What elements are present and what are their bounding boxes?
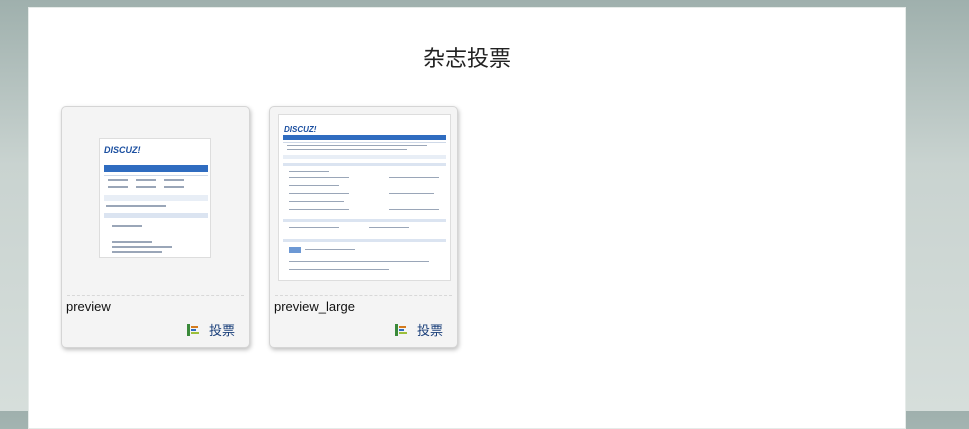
theme-card-preview[interactable]: DISCUZ! preview 投票 — [61, 106, 250, 348]
vote-button[interactable]: 投票 — [186, 320, 235, 339]
thumbnail-image: DISCUZ! — [278, 114, 451, 281]
thumbnail-preview-large[interactable]: DISCUZ! — [270, 107, 457, 287]
thumbnail-logo: DISCUZ! — [104, 145, 141, 155]
page-title: 杂志投票 — [422, 47, 511, 72]
thumbnail-preview[interactable]: DISCUZ! — [62, 107, 249, 287]
theme-name: preview — [66, 299, 111, 314]
bar-chart-icon — [186, 323, 200, 337]
theme-name: preview_large — [274, 299, 355, 314]
thumbnail-image: DISCUZ! — [99, 138, 211, 258]
theme-card-preview-large[interactable]: DISCUZ! preview_large 投票 — [269, 106, 458, 348]
vote-button[interactable]: 投票 — [394, 320, 443, 339]
vote-label: 投票 — [208, 324, 235, 339]
vote-label: 投票 — [416, 324, 443, 339]
bar-chart-icon — [394, 323, 408, 337]
main-panel: 杂志投票 DISCUZ! preview 投票 DISCUZ! preview_… — [28, 7, 906, 429]
thumbnail-logo: DISCUZ! — [284, 125, 317, 134]
